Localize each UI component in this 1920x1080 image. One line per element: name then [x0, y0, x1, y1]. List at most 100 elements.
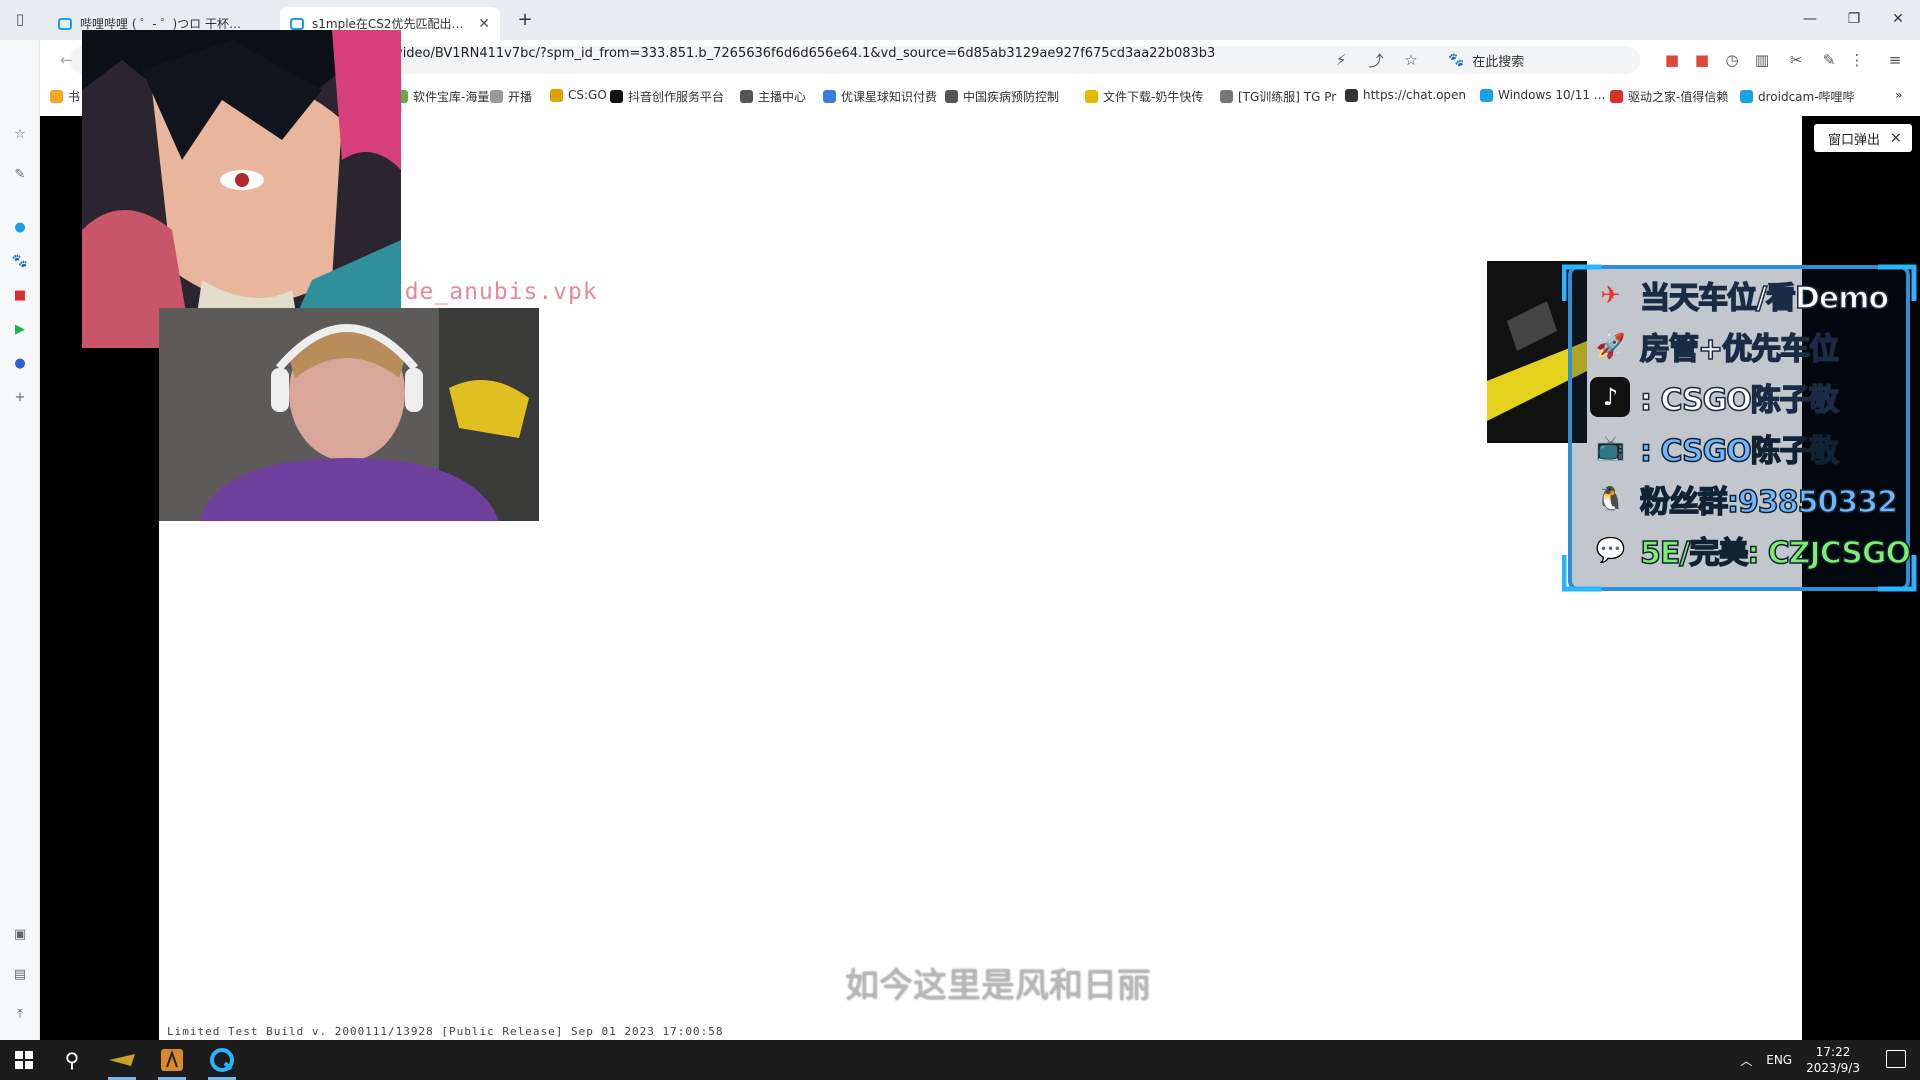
bookmark-item[interactable]: 开播	[490, 88, 532, 105]
bookmark-item[interactable]: 驱动之家-值得信赖	[1610, 88, 1728, 105]
bookmark-label: Windows 10/11 ...	[1498, 88, 1606, 102]
game-taskbar-icon[interactable]	[148, 1040, 196, 1080]
bookmark-favicon-icon	[490, 90, 503, 103]
bookmark-item[interactable]: 抖音创作服务平台	[610, 88, 724, 105]
screenshot-icon[interactable]: ✂	[1785, 49, 1807, 71]
reader-icon[interactable]: ▥	[1751, 49, 1773, 71]
promo-line-2: 🚀 房管+优先车位	[1590, 324, 1840, 368]
streamer-webcam-image	[159, 308, 539, 521]
url-text[interactable]: video/BV1RN411v7bc/?spm_id_from=333.851.…	[395, 46, 1215, 61]
add-app-icon[interactable]: +	[10, 387, 30, 407]
search-icon[interactable]: ⚲	[48, 1040, 96, 1080]
bookmark-favicon-icon	[823, 90, 836, 103]
bookmark-favicon-icon	[50, 90, 63, 103]
promo-line-4: 📺 : CSGO陈子敬	[1590, 426, 1840, 470]
clock-app-icon[interactable]: ●	[10, 353, 30, 373]
pen-icon[interactable]: ✎	[1818, 49, 1840, 71]
promo-text: 5E/完美: CZJCSGO	[1639, 535, 1912, 572]
wechat-icon: 💬	[1595, 536, 1626, 564]
bookmark-label: 书	[68, 90, 81, 104]
system-tray: ︿ ENG 17:22 2023/9/3	[1740, 1040, 1860, 1080]
tray-chevron-icon[interactable]: ︿	[1740, 1052, 1752, 1069]
top-icon[interactable]: ⤒	[10, 1004, 30, 1024]
bookmark-label: droidcam-哔哩哔	[1758, 90, 1855, 104]
build-info-text: Limited Test Build v. 2000111/13928 [Pub…	[167, 1025, 724, 1038]
promo-text: : CSGO陈子敬	[1639, 382, 1839, 419]
minimize-button[interactable]: —	[1790, 6, 1830, 32]
close-tab-icon[interactable]: ✕	[478, 16, 490, 32]
collect-icon[interactable]: ▤	[10, 964, 30, 984]
clock[interactable]: 17:22 2023/9/3	[1806, 1044, 1860, 1076]
play-icon[interactable]: ▶	[10, 319, 30, 339]
translate-extension-icon[interactable]: ■	[1691, 49, 1713, 71]
csgo-taskbar-icon[interactable]	[98, 1040, 146, 1080]
app-icon-red[interactable]: ■	[10, 285, 30, 305]
bookmark-item[interactable]: CS:GO	[550, 88, 607, 102]
bookmark-label: 主播中心	[758, 90, 807, 104]
promo-line-1: ✈ 当天车位/看Demo	[1590, 273, 1889, 317]
popout-button[interactable]: 窗口弹出 ×	[1814, 124, 1912, 152]
language-indicator[interactable]: ENG	[1766, 1053, 1792, 1067]
lightning-icon[interactable]: ⚡	[1330, 49, 1352, 71]
bookmark-item[interactable]: https://chat.open	[1345, 88, 1466, 102]
bookmark-item[interactable]: 文件下载-奶牛快传	[1085, 88, 1203, 105]
baidu-icon[interactable]: 🐾	[10, 251, 30, 271]
bookmark-label: 优课星球知识付费	[841, 90, 938, 104]
notes-icon[interactable]: ✎	[10, 164, 30, 184]
bookmark-favicon-icon	[610, 90, 623, 103]
bookmark-favicon-icon	[1610, 90, 1623, 103]
promo-text: : CSGO陈子敬	[1639, 433, 1839, 470]
bookmark-label: 软件宝库-海量	[413, 90, 490, 104]
bookmark-label: 文件下载-奶牛快传	[1103, 90, 1204, 104]
bookmark-favicon-icon	[1220, 90, 1233, 103]
bookmark-item[interactable]: Windows 10/11 ...	[1480, 88, 1605, 102]
tiktok-icon: ♪	[1590, 377, 1630, 417]
bookmark-item[interactable]: 中国疾病预防控制	[945, 88, 1059, 105]
bookmark-favicon-icon	[550, 88, 563, 102]
bookmark-item[interactable]: [TG训练服] TG Pr	[1220, 88, 1336, 105]
bilibili-icon	[290, 17, 304, 30]
bookmark-item[interactable]: 软件宝库-海量	[395, 88, 489, 105]
back-icon[interactable]: ←	[60, 51, 73, 69]
app-icon-1[interactable]: ●	[10, 217, 30, 237]
notification-icon[interactable]	[1886, 1050, 1906, 1068]
new-tab-button[interactable]: +	[505, 6, 545, 32]
camera-icon[interactable]: ▣	[10, 924, 30, 944]
share-icon[interactable]: ⤴	[1365, 49, 1387, 71]
bookmark-label: 中国疾病预防控制	[963, 90, 1060, 104]
promo-text: 粉丝群:93850332	[1639, 484, 1899, 521]
bookmark-favicon-icon	[1740, 90, 1753, 103]
clock-time: 17:22	[1815, 1045, 1851, 1059]
pdf-extension-icon[interactable]: ■	[1661, 49, 1683, 71]
bookmark-label: 驱动之家-值得信赖	[1628, 90, 1729, 104]
airplane-icon: ✈	[1600, 281, 1620, 309]
star-icon[interactable]: ☆	[1400, 49, 1422, 71]
rocket-icon: 🚀	[1595, 332, 1626, 360]
console-path-text: s/de_anubis.vpk	[375, 279, 598, 305]
webcam-overlay	[159, 308, 539, 521]
bookmark-favicon-icon	[1085, 90, 1098, 103]
browser-taskbar-icon[interactable]	[198, 1040, 246, 1080]
windows-start-icon[interactable]	[0, 1040, 48, 1080]
popout-label: 窗口弹出	[1828, 132, 1881, 148]
bookmark-item[interactable]: droidcam-哔哩哔	[1740, 88, 1855, 105]
close-popout-icon[interactable]: ×	[1890, 130, 1902, 146]
restore-button[interactable]: ❐	[1834, 6, 1874, 32]
bookmark-item[interactable]: 书	[50, 88, 80, 105]
browser-sidebar: ☆ ✎ ● 🐾 ■ ▶ ● + ▣ ▤ ⤒	[0, 40, 40, 1040]
bookmark-favicon-icon	[740, 90, 753, 103]
bookmark-item[interactable]: 主播中心	[740, 88, 806, 105]
promo-line-5: 🐧 粉丝群:93850332	[1590, 477, 1899, 521]
bookmark-label: CS:GO	[568, 88, 607, 102]
close-window-button[interactable]: ✕	[1878, 6, 1918, 32]
bookmarks-overflow-icon[interactable]: »	[1895, 88, 1902, 102]
history-icon[interactable]: ◷	[1721, 49, 1743, 71]
bookmark-item[interactable]: 优课星球知识付费	[823, 88, 937, 105]
clock-date: 2023/9/3	[1806, 1061, 1860, 1075]
sidebar-toggle-icon[interactable]: ▯	[9, 8, 31, 30]
promo-panel: ✈ 当天车位/看Demo 🚀 房管+优先车位 ♪ : CSGO陈子敬 📺 : C…	[1562, 261, 1918, 595]
search-box[interactable]: 🐾 在此搜索	[1440, 46, 1636, 74]
favorites-icon[interactable]: ☆	[10, 124, 30, 144]
more-icon[interactable]: ⋮	[1846, 49, 1868, 71]
menu-icon[interactable]: ≡	[1884, 49, 1906, 71]
